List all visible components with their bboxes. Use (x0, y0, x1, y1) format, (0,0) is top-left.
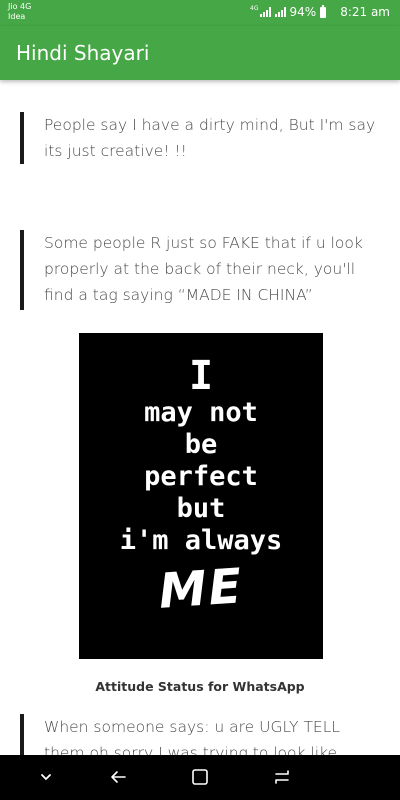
battery-icon (320, 4, 327, 18)
network-type: 4G (250, 5, 259, 12)
recents-icon[interactable] (270, 765, 294, 789)
back-icon[interactable] (106, 765, 130, 789)
quote-post-1[interactable]: People say I have a dirty mind, But I'm … (20, 112, 380, 164)
clock: 8:21 am (340, 5, 390, 19)
status-indicators: 4G 94% 8:21 am (250, 4, 390, 19)
quote-text: Some people R just so FAKE that if u loo… (44, 234, 363, 304)
home-icon[interactable] (188, 765, 212, 789)
status-bar: Jio 4G Idea 4G 94% 8:21 am (0, 0, 400, 26)
navigation-bar (0, 755, 400, 800)
carrier-2: Idea (8, 12, 26, 21)
poster-line: i'm always (119, 525, 283, 556)
app-bar: Hindi Shayari (0, 26, 400, 80)
poster-line: be (184, 429, 218, 460)
app-title: Hindi Shayari (16, 41, 150, 65)
poster-line: but (176, 493, 226, 524)
carrier-1: Jio 4G (8, 2, 32, 11)
battery-percent: 94% (289, 5, 317, 19)
signal-2-icon (274, 7, 287, 17)
poster-line: may not (144, 397, 258, 428)
quote-text: People say I have a dirty mind, But I'm … (44, 116, 376, 160)
image-caption: Attitude Status for WhatsApp (95, 679, 305, 694)
signal-1-icon (259, 7, 272, 17)
chevron-down-icon[interactable] (34, 765, 58, 789)
poster-me: ME (156, 558, 246, 620)
quote-post-2[interactable]: Some people R just so FAKE that if u loo… (20, 230, 380, 310)
quote-image[interactable]: I may not be perfect but i'm always ME (79, 333, 323, 659)
poster-line: I (188, 353, 214, 399)
poster-line: perfect (144, 461, 258, 492)
carrier-info: Jio 4G Idea (8, 2, 31, 22)
